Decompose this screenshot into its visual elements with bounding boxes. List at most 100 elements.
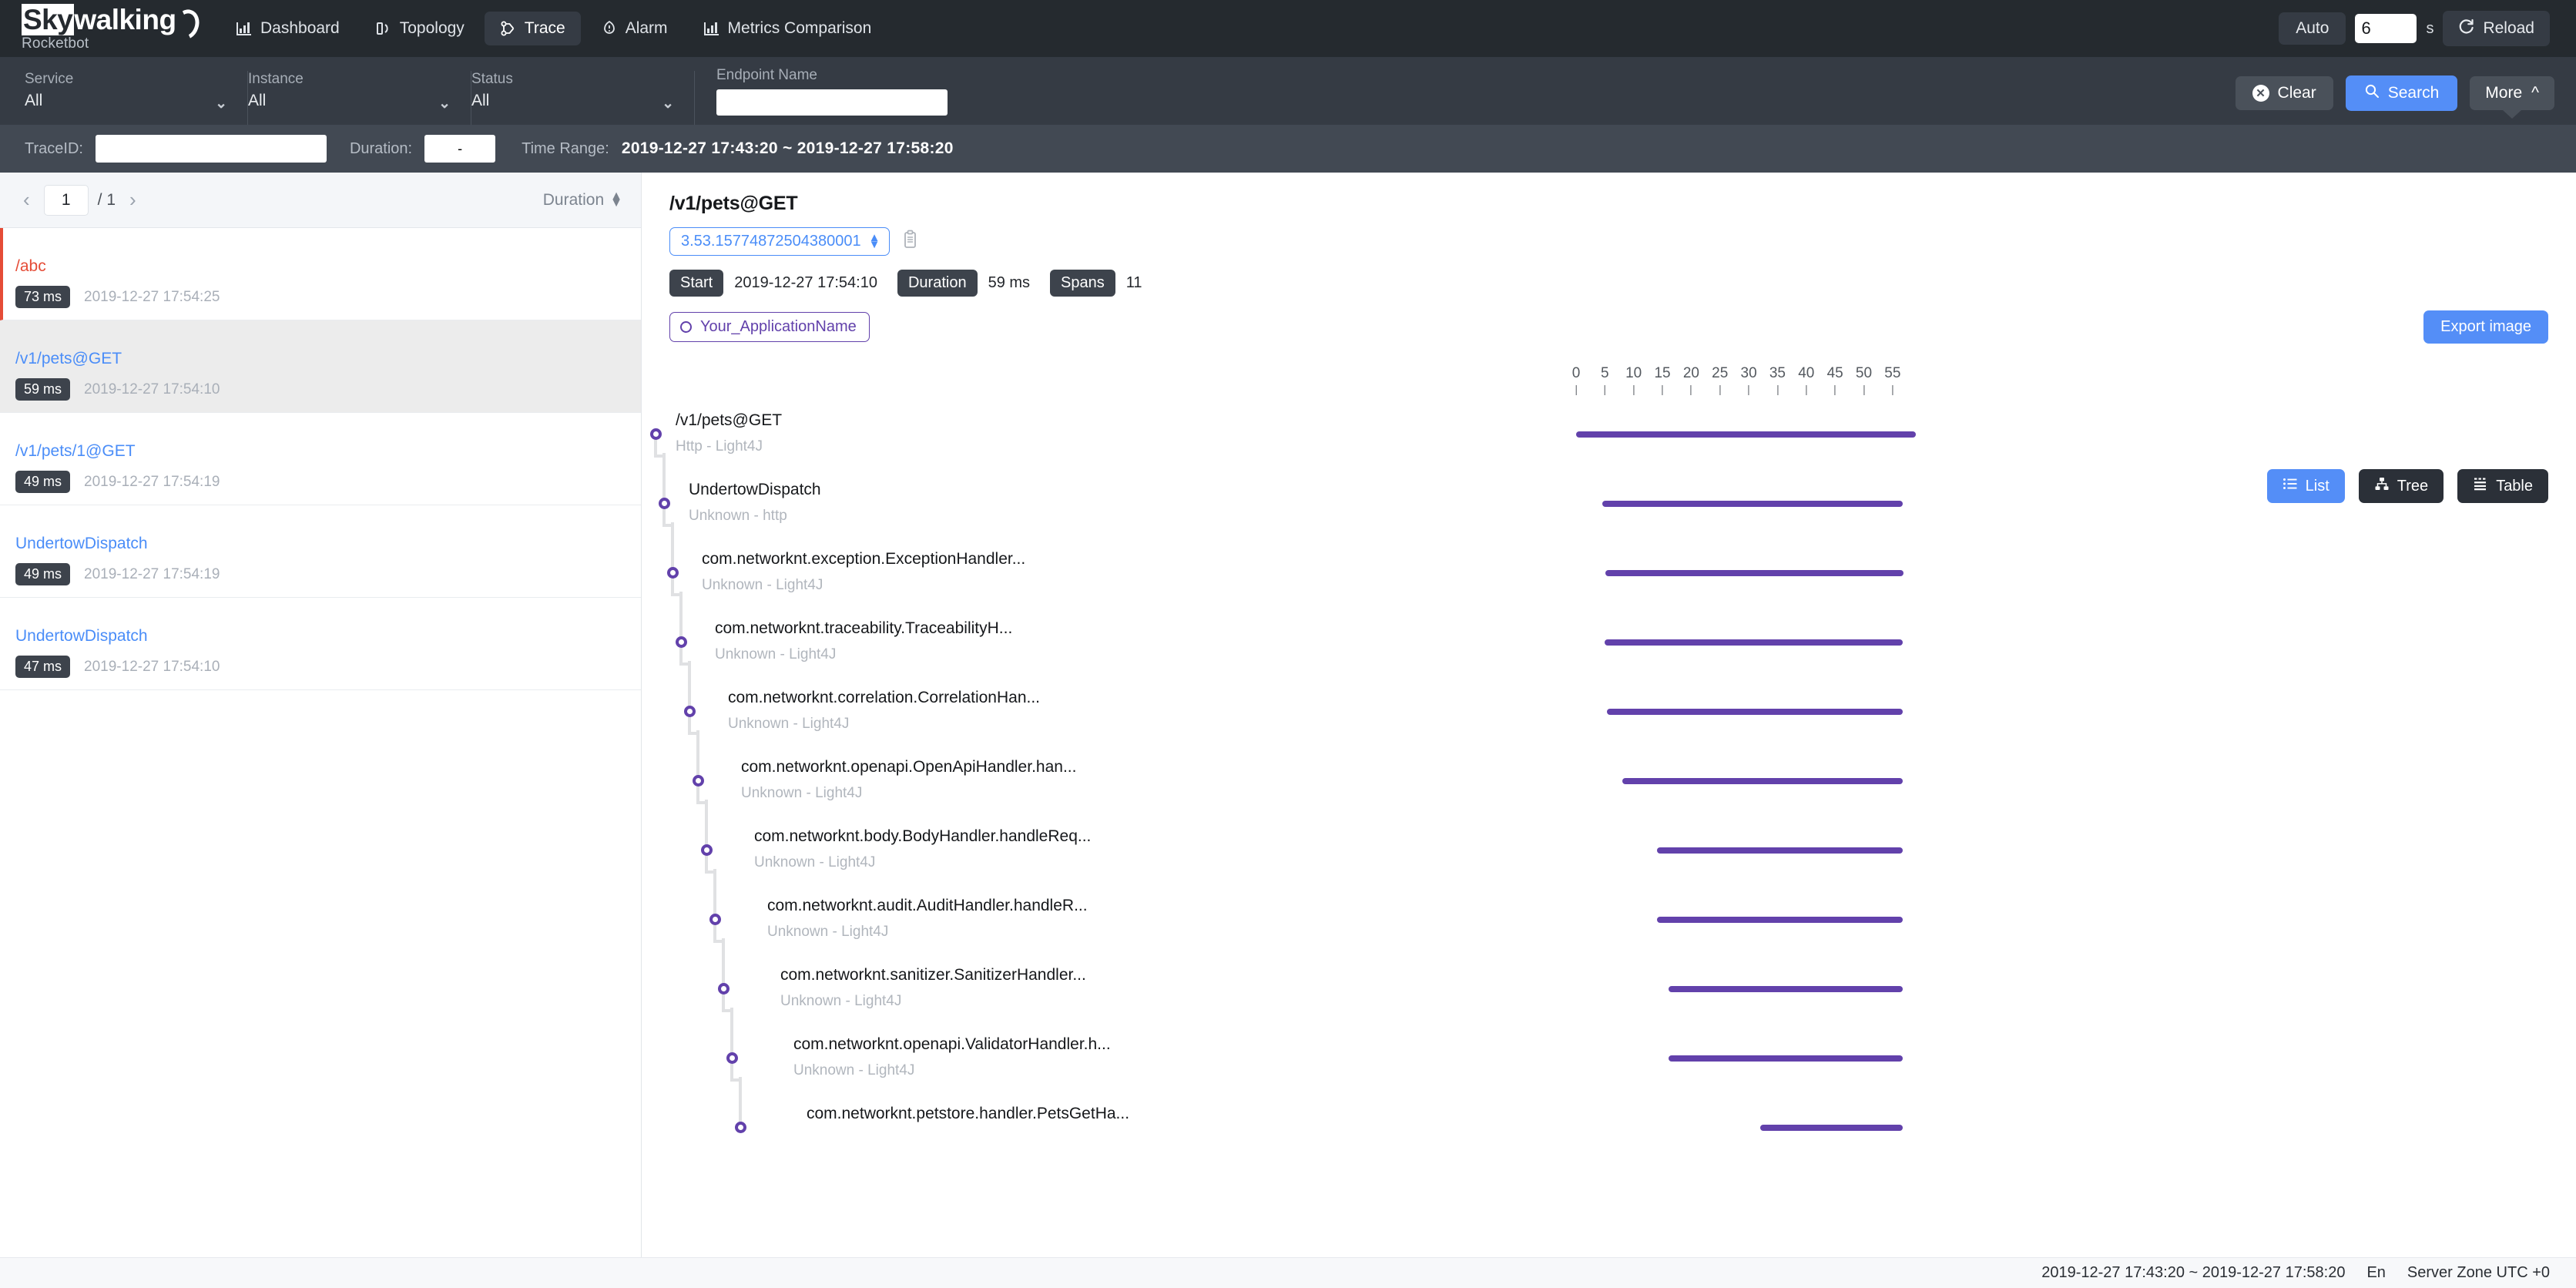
- application-legend[interactable]: Your_ApplicationName: [669, 312, 870, 342]
- axis-tick: 30: [1741, 365, 1757, 395]
- span-row[interactable]: com.networknt.openapi.OpenApiHandler.han…: [642, 746, 2576, 817]
- instance-filter[interactable]: Instance All ⌄: [248, 71, 471, 125]
- auto-refresh-button[interactable]: Auto: [2279, 12, 2346, 45]
- trace-list-item[interactable]: UndertowDispatch 47 ms 2019-12-27 17:54:10: [0, 598, 641, 690]
- nav-item-alarm[interactable]: Alarm: [585, 12, 683, 45]
- more-button[interactable]: More ^: [2470, 76, 2554, 119]
- span-row[interactable]: /v1/pets@GET Http - Light4J: [642, 399, 2576, 470]
- brand-logo[interactable]: Skywalking Rocketbot: [22, 3, 199, 52]
- trace-list-item[interactable]: /v1/pets@GET 59 ms 2019-12-27 17:54:10: [0, 320, 641, 413]
- reload-button[interactable]: Reload: [2443, 11, 2550, 46]
- span-node-dot[interactable]: [650, 428, 662, 440]
- copy-icon[interactable]: [902, 230, 919, 253]
- span-connector: [696, 730, 699, 747]
- span-node-dot[interactable]: [659, 498, 670, 509]
- trace-item-name[interactable]: UndertowDispatch: [15, 627, 641, 646]
- span-row[interactable]: com.networknt.audit.AuditHandler.handleR…: [642, 884, 2576, 955]
- span-subtitle: Http - Light4J: [676, 438, 763, 454]
- trace-list-item[interactable]: /abc 73 ms 2019-12-27 17:54:25: [0, 228, 641, 320]
- trace-list-item[interactable]: /v1/pets/1@GET 49 ms 2019-12-27 17:54:19: [0, 413, 641, 505]
- service-filter-label: Service: [25, 71, 74, 87]
- span-row[interactable]: com.networknt.body.BodyHandler.handleReq…: [642, 815, 2576, 886]
- next-page-button[interactable]: ›: [125, 188, 141, 212]
- service-filter[interactable]: Service All ⌄: [25, 71, 248, 125]
- span-subtitle: Unknown - Light4J: [767, 924, 889, 940]
- sort-by-duration-button[interactable]: Duration ▲ ▼: [543, 189, 622, 210]
- trace-item-timestamp: 2019-12-27 17:54:19: [84, 473, 220, 490]
- span-duration-bar[interactable]: [1605, 570, 1904, 576]
- span-name[interactable]: com.networknt.audit.AuditHandler.handleR…: [767, 897, 1088, 915]
- span-name[interactable]: com.networknt.traceability.TraceabilityH…: [715, 619, 1012, 638]
- span-duration-bar[interactable]: [1602, 501, 1903, 507]
- sort-arrows-icon: ▲ ▼: [610, 189, 622, 210]
- axis-tick: 20: [1683, 365, 1699, 395]
- trace-item-name[interactable]: /abc: [15, 257, 641, 276]
- span-row[interactable]: com.networknt.petstore.handler.PetsGetHa…: [642, 1092, 2576, 1162]
- span-name[interactable]: com.networknt.sanitizer.SanitizerHandler…: [780, 966, 1086, 984]
- span-name[interactable]: com.networknt.petstore.handler.PetsGetHa…: [807, 1105, 1129, 1123]
- span-connector: [713, 869, 716, 886]
- timerange-value[interactable]: 2019-12-27 17:43:20 ~ 2019-12-27 17:58:2…: [622, 139, 954, 158]
- trace-list-item[interactable]: UndertowDispatch 49 ms 2019-12-27 17:54:19: [0, 505, 641, 598]
- span-node-dot[interactable]: [676, 636, 687, 648]
- nav-label-trace: Trace: [524, 19, 565, 37]
- trace-list[interactable]: /abc 73 ms 2019-12-27 17:54:25/v1/pets@GET…: [0, 228, 641, 1288]
- trace-item-name[interactable]: UndertowDispatch: [15, 535, 641, 553]
- auto-refresh-interval-input[interactable]: [2355, 14, 2417, 43]
- span-duration-bar[interactable]: [1760, 1125, 1903, 1131]
- span-duration-bar[interactable]: [1605, 639, 1903, 646]
- trace-item-name[interactable]: /v1/pets/1@GET: [15, 442, 641, 461]
- span-duration-bar[interactable]: [1622, 778, 1903, 784]
- nav-item-dashboard[interactable]: Dashboard: [220, 12, 355, 45]
- span-row[interactable]: com.networknt.traceability.TraceabilityH…: [642, 607, 2576, 678]
- span-duration-bar[interactable]: [1669, 1055, 1903, 1062]
- traceid-selector[interactable]: 3.53.15774872504380001 ▲ ▼: [669, 227, 891, 256]
- main-content: ‹ 1 / 1 › Duration ▲ ▼ /abc 73 ms 2019-12-2…: [0, 173, 2576, 1288]
- span-name[interactable]: com.networknt.openapi.OpenApiHandler.han…: [741, 758, 1076, 776]
- span-row[interactable]: com.networknt.exception.ExceptionHandler…: [642, 538, 2576, 609]
- span-name[interactable]: UndertowDispatch: [689, 481, 821, 499]
- span-connector: [662, 453, 666, 470]
- axis-tick-mark: [1719, 385, 1721, 395]
- span-duration-bar[interactable]: [1606, 709, 1903, 715]
- trace-item-meta: 47 ms 2019-12-27 17:54:10: [15, 656, 641, 678]
- span-duration-bar[interactable]: [1669, 986, 1903, 992]
- span-name[interactable]: com.networknt.body.BodyHandler.handleReq…: [754, 827, 1091, 846]
- span-row[interactable]: com.networknt.openapi.ValidatorHandler.h…: [642, 1023, 2576, 1094]
- service-filter-value: All: [25, 92, 43, 109]
- span-node-dot[interactable]: [709, 914, 721, 925]
- axis-tick-label: 20: [1682, 365, 1699, 381]
- status-language[interactable]: En: [2366, 1264, 2385, 1282]
- span-node-dot[interactable]: [667, 567, 679, 579]
- status-bar: 2019-12-27 17:43:20 ~ 2019-12-27 17:58:2…: [0, 1257, 2576, 1288]
- span-row[interactable]: UndertowDispatch Unknown - http: [642, 468, 2576, 539]
- span-duration-bar[interactable]: [1656, 917, 1903, 923]
- traceid-input[interactable]: [95, 135, 327, 163]
- export-image-button[interactable]: Export image: [2423, 310, 2548, 344]
- span-node-dot[interactable]: [726, 1052, 738, 1064]
- span-name[interactable]: com.networknt.exception.ExceptionHandler…: [702, 550, 1025, 569]
- span-node-dot[interactable]: [701, 844, 713, 856]
- span-row[interactable]: com.networknt.sanitizer.SanitizerHandler…: [642, 954, 2576, 1025]
- nav-item-topology[interactable]: Topology: [360, 12, 480, 45]
- nav-item-metrics-comparison[interactable]: Metrics Comparison: [688, 12, 887, 45]
- span-node-dot[interactable]: [684, 706, 696, 717]
- duration-input[interactable]: [424, 135, 496, 163]
- span-name[interactable]: /v1/pets@GET: [676, 411, 782, 430]
- clear-button[interactable]: ✕ Clear: [2235, 76, 2333, 110]
- page-number-input[interactable]: 1: [43, 184, 89, 216]
- span-node-dot[interactable]: [735, 1122, 746, 1133]
- span-node-dot[interactable]: [718, 983, 730, 995]
- prev-page-button[interactable]: ‹: [18, 188, 35, 212]
- endpoint-name-input[interactable]: [716, 89, 948, 116]
- status-filter[interactable]: Status All ⌄: [471, 71, 695, 125]
- span-name[interactable]: com.networknt.correlation.CorrelationHan…: [728, 689, 1040, 707]
- trace-item-name[interactable]: /v1/pets@GET: [15, 350, 641, 368]
- span-row[interactable]: com.networknt.correlation.CorrelationHan…: [642, 676, 2576, 747]
- span-duration-bar[interactable]: [1656, 847, 1903, 854]
- nav-item-trace[interactable]: Trace: [484, 12, 581, 45]
- search-button[interactable]: Search: [2345, 75, 2458, 111]
- span-name[interactable]: com.networknt.openapi.ValidatorHandler.h…: [793, 1035, 1111, 1054]
- span-duration-bar[interactable]: [1576, 431, 1916, 438]
- span-node-dot[interactable]: [693, 775, 704, 787]
